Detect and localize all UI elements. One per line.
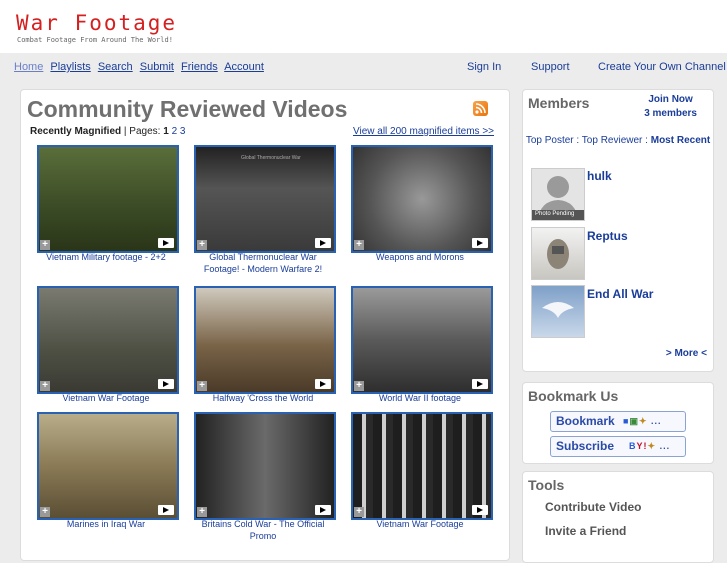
member-count[interactable]: 3 members <box>644 107 697 121</box>
pages-label: | Pages: <box>123 126 161 137</box>
page-1-link[interactable]: 1 <box>163 126 169 137</box>
video-thumbnail[interactable]: + <box>37 145 179 253</box>
add-plus-icon[interactable]: + <box>40 381 50 391</box>
video-thumbnail[interactable]: + <box>37 412 179 520</box>
video-camera-icon <box>315 505 331 515</box>
nav-friends[interactable]: Friends <box>181 61 218 73</box>
video-thumbnail[interactable]: + <box>194 412 336 520</box>
member-name-hulk[interactable]: hulk <box>587 169 612 183</box>
member-name-end-all-war[interactable]: End All War <box>587 287 653 301</box>
bookmark-title: Bookmark Us <box>528 388 619 404</box>
site-logo-title[interactable]: War Footage <box>16 11 177 35</box>
bookmark-box: Bookmark Us Bookmark ■▣✦ ... Subscribe B… <box>522 382 714 464</box>
video-caption[interactable]: Weapons and Morons <box>349 251 491 263</box>
subscribe-service-icons: BY!✦ ... <box>629 441 671 451</box>
nav-playlists[interactable]: Playlists <box>50 61 90 73</box>
video-camera-icon <box>158 505 174 515</box>
add-plus-icon[interactable]: + <box>197 507 207 517</box>
add-plus-icon[interactable]: + <box>40 507 50 517</box>
video-camera-icon <box>158 238 174 248</box>
reviewer-separator: : <box>645 135 648 146</box>
video-caption[interactable]: Vietnam Military footage - 2+2 <box>35 251 177 263</box>
top-reviewer-link[interactable]: Top Reviewer <box>582 135 643 146</box>
video-thumbnail[interactable]: + <box>37 286 179 394</box>
top-poster-link[interactable]: Top Poster <box>526 135 574 146</box>
video-thumbnail[interactable]: + <box>351 286 493 394</box>
bookmark-service-icons: ■▣✦ ... <box>623 416 662 426</box>
rss-icon[interactable] <box>473 101 488 116</box>
site-header: War Footage Combat Footage From Around T… <box>0 0 727 53</box>
site-tagline: Combat Footage From Around The World! <box>17 36 173 44</box>
recently-magnified-row: Recently Magnified | Pages: 1 2 3 <box>30 126 185 137</box>
avatar[interactable] <box>531 227 585 280</box>
view-all-link[interactable]: View all 200 magnified items >> <box>353 126 494 137</box>
video-caption[interactable]: Marines in Iraq War <box>35 518 177 530</box>
top-nav: Home Playlists Search Submit Friends Acc… <box>0 53 727 83</box>
video-thumbnail[interactable]: + <box>194 286 336 394</box>
video-caption[interactable]: Vietnam War Footage <box>349 518 491 530</box>
community-videos-panel: Community Reviewed Videos Recently Magni… <box>20 89 510 561</box>
nav-submit[interactable]: Submit <box>140 61 174 73</box>
nav-support[interactable]: Support <box>531 61 570 73</box>
member-name-reptus[interactable]: Reptus <box>587 229 628 243</box>
add-plus-icon[interactable]: + <box>354 381 364 391</box>
video-thumbnail[interactable]: + <box>351 145 493 253</box>
nav-search[interactable]: Search <box>98 61 133 73</box>
subscribe-button[interactable]: Subscribe BY!✦ ... <box>550 436 686 457</box>
video-camera-icon <box>315 379 331 389</box>
nav-sign-in[interactable]: Sign In <box>467 61 501 73</box>
nav-create-channel[interactable]: Create Your Own Channel <box>598 61 726 73</box>
video-caption[interactable]: Vietnam War Footage <box>35 392 177 404</box>
video-thumbnail[interactable]: Global Thermonuclear War + <box>194 145 336 253</box>
poster-filter-row: Top Poster : Top Reviewer : Most Recent <box>523 134 713 148</box>
tools-title: Tools <box>528 477 565 493</box>
video-caption[interactable]: World War II footage <box>349 392 491 404</box>
avatar[interactable]: Photo Pending <box>531 168 585 221</box>
most-recent-link[interactable]: Most Recent <box>651 135 710 146</box>
thumbnail-overlay-text: Global Thermonuclear War <box>241 155 301 161</box>
video-camera-icon <box>315 238 331 248</box>
bookmark-ellipsis: ... <box>651 416 662 426</box>
tools-box: Tools Contribute Video Invite a Friend <box>522 471 714 563</box>
nav-home[interactable]: Home <box>14 61 43 73</box>
members-box: Members Join Now 3 members Top Poster : … <box>522 89 714 372</box>
video-camera-icon <box>472 379 488 389</box>
add-plus-icon[interactable]: + <box>40 240 50 250</box>
subscribe-button-label: Subscribe <box>556 439 615 453</box>
page-3-link[interactable]: 3 <box>180 126 186 137</box>
join-now-label[interactable]: Join Now <box>644 93 697 107</box>
video-caption[interactable]: Global Thermonuclear War Footage! - Mode… <box>192 251 334 275</box>
members-title: Members <box>528 95 590 111</box>
video-caption[interactable]: Halfway 'Cross the World <box>192 392 334 404</box>
add-plus-icon[interactable]: + <box>197 240 207 250</box>
invite-friend-link[interactable]: Invite a Friend <box>545 524 626 538</box>
photo-pending-label: Photo Pending <box>535 211 575 217</box>
recently-magnified-label: Recently Magnified <box>30 126 122 137</box>
video-caption[interactable]: Britains Cold War - The Official Promo <box>192 518 334 542</box>
subscribe-ellipsis: ... <box>659 441 671 451</box>
add-plus-icon[interactable]: + <box>354 507 364 517</box>
page-title: Community Reviewed Videos <box>27 96 348 122</box>
video-camera-icon <box>472 238 488 248</box>
bookmark-button[interactable]: Bookmark ■▣✦ ... <box>550 411 686 432</box>
add-plus-icon[interactable]: + <box>197 381 207 391</box>
nav-account[interactable]: Account <box>224 61 264 73</box>
avatar[interactable] <box>531 285 585 338</box>
add-plus-icon[interactable]: + <box>354 240 364 250</box>
bookmark-button-label: Bookmark <box>556 414 615 428</box>
more-members-link[interactable]: > More < <box>666 348 707 359</box>
join-now-link[interactable]: Join Now 3 members <box>644 93 697 121</box>
video-camera-icon <box>158 379 174 389</box>
video-camera-icon <box>472 505 488 515</box>
poster-separator: : <box>576 135 580 146</box>
contribute-video-link[interactable]: Contribute Video <box>545 500 641 514</box>
page-2-link[interactable]: 2 <box>172 126 178 137</box>
nav-links: Home Playlists Search Submit Friends Acc… <box>14 61 268 73</box>
video-thumbnail[interactable]: + <box>351 412 493 520</box>
